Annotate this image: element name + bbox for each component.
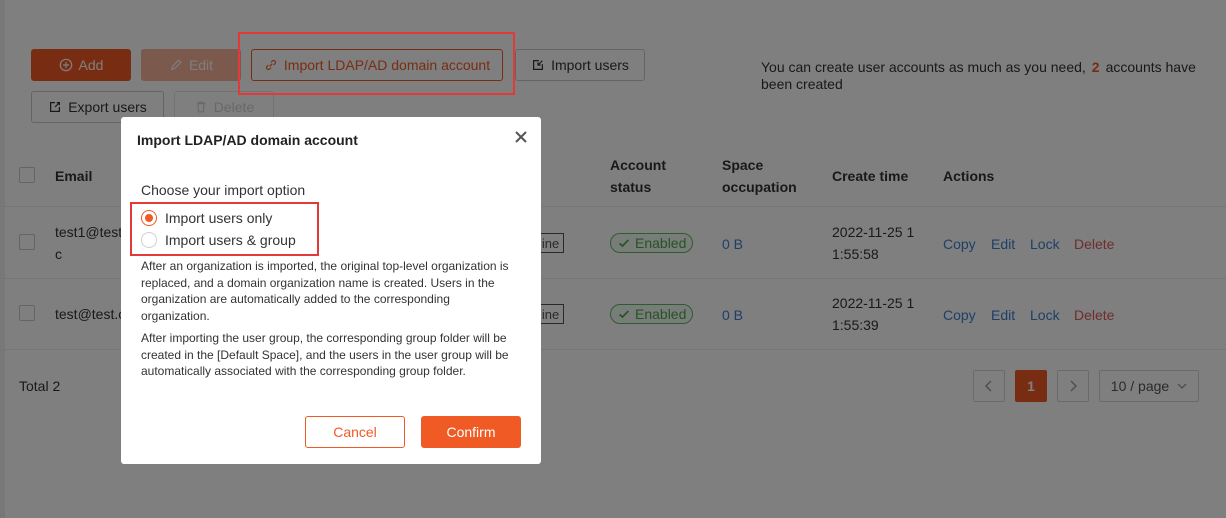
radio-import-users-only[interactable]: Import users only	[141, 210, 272, 226]
close-icon[interactable]	[513, 129, 529, 145]
radio-import-users-group[interactable]: Import users & group	[141, 232, 296, 248]
radio-button-selected[interactable]	[141, 210, 157, 226]
import-ldap-dialog: Import LDAP/AD domain account Choose you…	[121, 117, 541, 464]
radio-button[interactable]	[141, 232, 157, 248]
confirm-button[interactable]: Confirm	[421, 416, 521, 448]
radio-label-users-only: Import users only	[165, 210, 273, 226]
group-import-description: After importing the user group, the corr…	[141, 331, 509, 378]
radio-label-users-group: Import users & group	[165, 232, 296, 248]
dialog-title: Import LDAP/AD domain account	[137, 132, 358, 148]
import-option-title: Choose your import option	[141, 182, 306, 198]
org-import-description: After an organization is imported, the o…	[141, 259, 509, 323]
cancel-button[interactable]: Cancel	[305, 416, 405, 448]
